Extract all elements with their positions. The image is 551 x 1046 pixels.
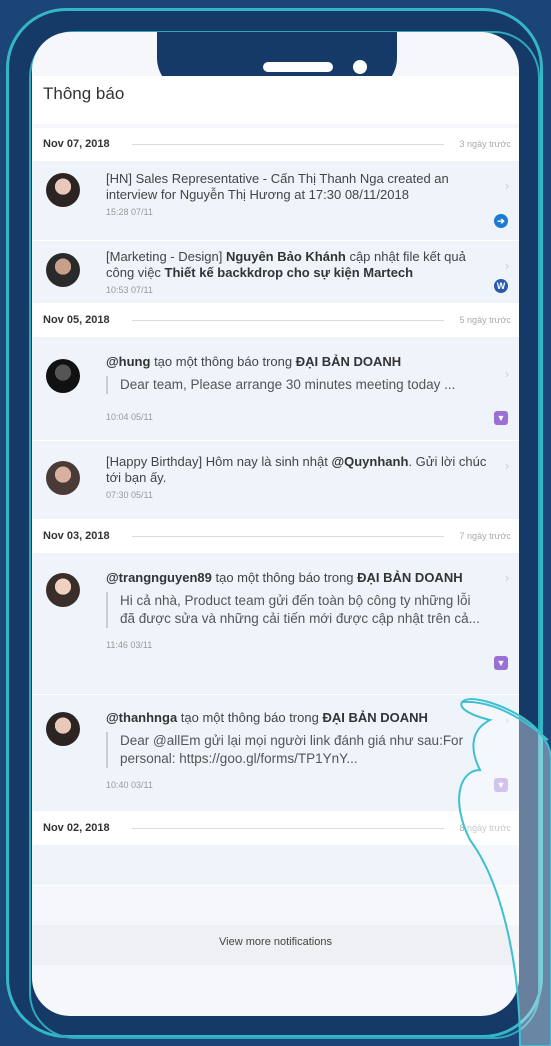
timestamp: 15:28 07/11 [106, 207, 153, 217]
speaker-icon [263, 62, 333, 72]
announcement-app-icon: ▼ [494, 778, 508, 792]
relative-date: 8 ngày trước [459, 823, 511, 833]
chevron-right-icon: › [505, 367, 509, 381]
relative-date: 7 ngày trước [459, 531, 511, 541]
divider [132, 536, 444, 537]
timestamp: 07:30 05/11 [106, 490, 153, 500]
date-label: Nov 02, 2018 [43, 822, 110, 834]
avatar [46, 461, 80, 495]
page-title: Thông báo [43, 84, 125, 103]
date-header: Nov 03, 2018 7 ngày trước [32, 520, 519, 553]
timestamp: 10:53 07/11 [106, 285, 153, 295]
chevron-right-icon: › [505, 259, 509, 273]
divider [132, 144, 444, 145]
notification-item[interactable]: @hung tạo một thông báo trong ĐẠI BẢN DO… [32, 337, 519, 441]
date-header: Nov 07, 2018 3 ngày trước [32, 128, 519, 161]
notification-text: [Happy Birthday] Hôm nay là sinh nhật @Q… [106, 454, 487, 485]
notification-item[interactable]: [Marketing - Design] Nguyên Bảo Khánh cậ… [32, 241, 519, 304]
notification-quote: Dear @allEm gửi lại mọi người link đánh … [106, 732, 487, 768]
notification-text: @thanhnga tạo một thông báo trong ĐẠI BẢ… [106, 710, 428, 725]
timestamp: 10:40 03/11 [106, 780, 153, 790]
announcement-app-icon: ▼ [494, 656, 508, 670]
notification-item[interactable]: [HN] Sales Representative - Cấn Thị Than… [32, 161, 519, 241]
notification-item[interactable]: [Happy Birthday] Hôm nay là sinh nhật @Q… [32, 441, 519, 520]
timestamp: 10:04 05/11 [106, 412, 153, 422]
avatar [46, 359, 80, 393]
calendar-app-icon: ➔ [494, 214, 508, 228]
workflow-app-icon: W [494, 279, 508, 293]
avatar [46, 173, 80, 207]
notification-item[interactable] [32, 845, 519, 886]
view-more-button[interactable]: View more notifications [32, 925, 519, 965]
avatar [46, 253, 80, 287]
chevron-right-icon: › [505, 713, 509, 727]
notification-text: @trangnguyen89 tạo một thông báo trong Đ… [106, 570, 463, 585]
camera-icon [353, 60, 367, 74]
notification-text: [Marketing - Design] Nguyên Bảo Khánh cậ… [106, 249, 466, 280]
notification-text: [HN] Sales Representative - Cấn Thị Than… [106, 171, 449, 202]
date-label: Nov 07, 2018 [43, 138, 110, 150]
chevron-right-icon: › [505, 459, 509, 473]
notification-quote: Hi cả nhà, Product team gửi đến toàn bộ … [106, 592, 487, 628]
announcement-app-icon: ▼ [494, 411, 508, 425]
avatar [46, 712, 80, 746]
notification-item[interactable]: @trangnguyen89 tạo một thông báo trong Đ… [32, 553, 519, 695]
relative-date: 3 ngày trước [459, 139, 511, 149]
timestamp: 11:46 03/11 [106, 640, 153, 650]
avatar [46, 573, 80, 607]
relative-date: 5 ngày trước [459, 315, 511, 325]
notification-item[interactable]: @thanhnga tạo một thông báo trong ĐẠI BẢ… [32, 695, 519, 812]
phone-screen: Thông báo Nov 07, 2018 3 ngày trước [HN]… [32, 32, 519, 1016]
chevron-right-icon: › [505, 179, 509, 193]
date-header: Nov 02, 2018 8 ngày trước [32, 812, 519, 845]
divider [132, 320, 444, 321]
notification-text: @hung tạo một thông báo trong ĐẠI BẢN DO… [106, 354, 402, 369]
date-label: Nov 05, 2018 [43, 314, 110, 326]
notification-list[interactable]: Nov 07, 2018 3 ngày trước [HN] Sales Rep… [32, 128, 519, 886]
chevron-right-icon: › [505, 571, 509, 585]
date-label: Nov 03, 2018 [43, 530, 110, 542]
notification-quote: Dear team, Please arrange 30 minutes mee… [106, 376, 487, 394]
divider [132, 828, 444, 829]
date-header: Nov 05, 2018 5 ngày trước [32, 304, 519, 337]
